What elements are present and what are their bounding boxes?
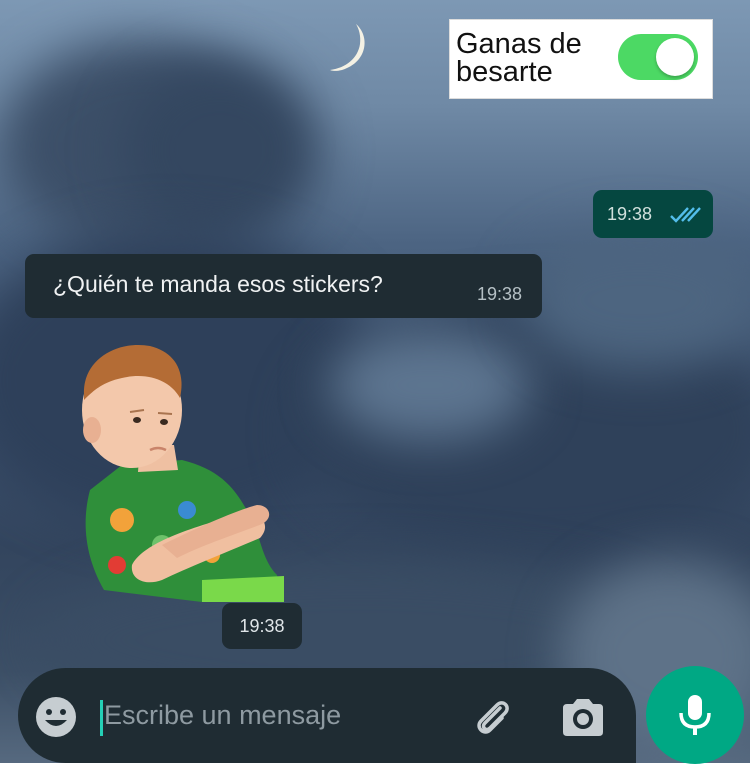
sticker-boy-icon[interactable] <box>62 340 292 605</box>
toggle-switch[interactable] <box>618 34 698 80</box>
toggle-label-line2: besarte <box>456 56 553 88</box>
mic-button[interactable] <box>646 666 744 764</box>
moon-icon <box>330 24 365 71</box>
outgoing-message-bubble[interactable]: 19:38 <box>593 190 713 238</box>
toggle-label-line1: Ganas de <box>456 28 582 60</box>
toggle-label: Ganas de besarte <box>456 28 606 88</box>
toggle-knob <box>656 38 694 76</box>
incoming-message-bubble[interactable]: ¿Quién te manda esos stickers? 19:38 <box>25 254 542 318</box>
message-time: 19:38 <box>477 284 523 304</box>
toggle-card: Ganas de besarte <box>450 20 712 98</box>
mic-icon <box>679 695 711 735</box>
emoji-icon[interactable] <box>34 695 78 739</box>
cloud <box>520 230 750 370</box>
message-composer: Escribe un mensaje <box>18 668 636 763</box>
double-check-icon <box>670 207 701 223</box>
message-input[interactable]: Escribe un mensaje <box>104 700 341 731</box>
cloud <box>120 60 320 240</box>
text-caret <box>100 700 103 736</box>
message-time: 19:38 <box>607 204 653 224</box>
message-text: ¿Quién te manda esos stickers? <box>53 271 383 297</box>
camera-icon[interactable] <box>559 694 607 740</box>
cloud <box>330 330 530 440</box>
sticker-time: 19:38 <box>222 603 302 649</box>
attach-icon[interactable] <box>470 694 516 740</box>
